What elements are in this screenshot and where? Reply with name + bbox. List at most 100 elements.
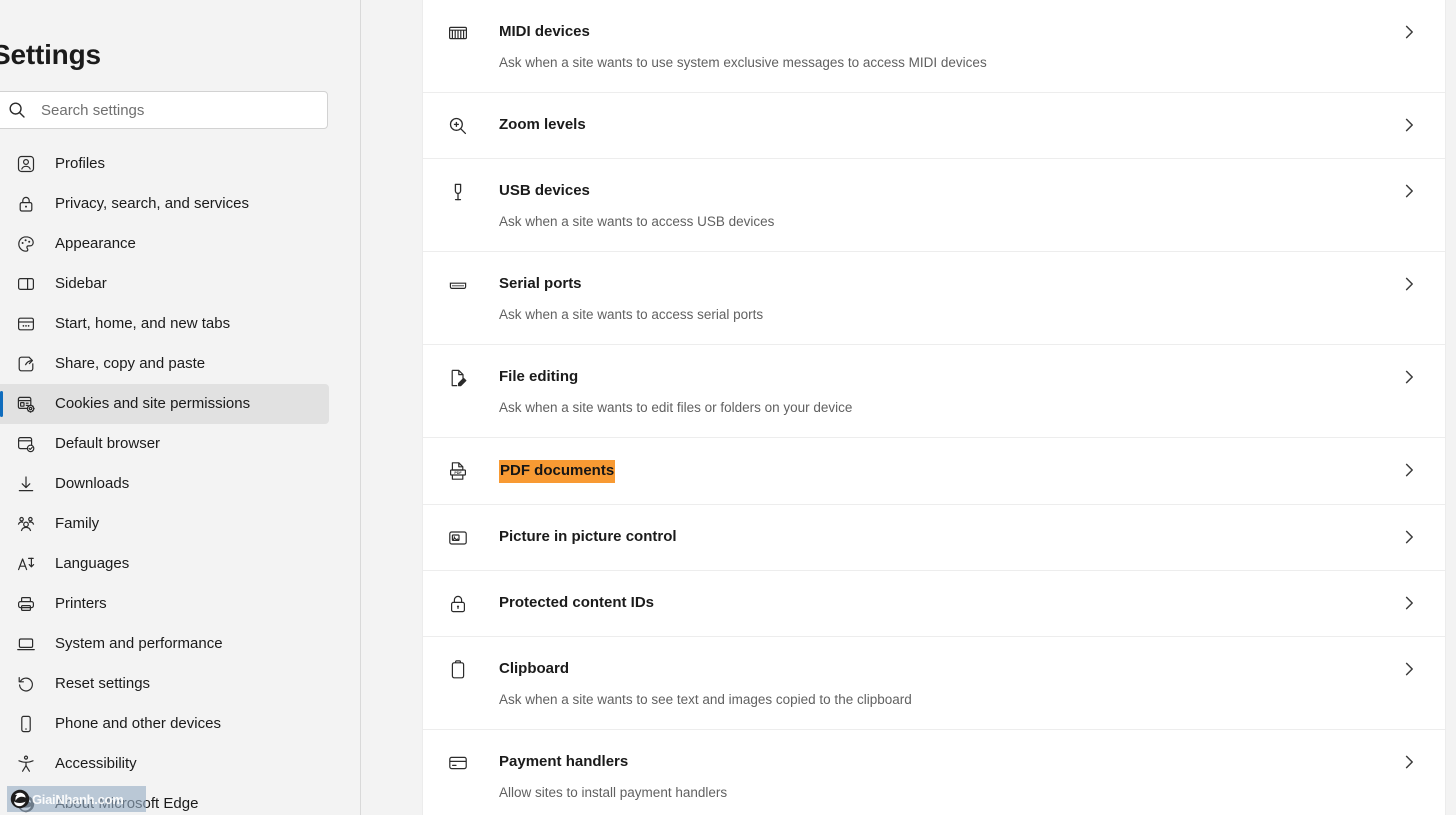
permission-title: MIDI devices [499,22,590,42]
sidebar-icon [16,274,36,294]
sidebar-item-downloads[interactable]: Downloads [0,464,361,504]
shield-lock-icon [447,593,469,615]
permission-row-payment-handlers[interactable]: Payment handlers Allow sites to install … [423,729,1445,815]
sidebar-item-label: Start, home, and new tabs [55,314,230,334]
sidebar-item-cookies-and-site-permissions[interactable]: Cookies and site permissions [0,384,329,424]
permission-title: Protected content IDs [499,593,654,613]
page-title: Settings [0,38,101,72]
midi-keyboard-icon [447,22,469,44]
chevron-right-icon[interactable] [1399,460,1419,480]
sidebar-item-appearance[interactable]: Appearance [0,224,361,264]
language-a-icon [16,554,36,574]
permission-row-file-editing[interactable]: File editing Ask when a site wants to ed… [423,344,1445,437]
sidebar-item-start-home-new-tabs[interactable]: Start, home, and new tabs [0,304,361,344]
permission-title: File editing [499,367,578,387]
phone-icon [16,714,36,734]
chevron-right-icon[interactable] [1399,115,1419,135]
usb-plug-icon [447,181,469,203]
sidebar-item-label: Appearance [55,234,136,254]
permission-row-zoom-levels[interactable]: Zoom levels [423,92,1445,158]
sidebar-item-label: Phone and other devices [55,714,221,734]
search-icon [7,100,27,120]
serial-port-icon [447,274,469,296]
permission-description: Allow sites to install payment handlers [499,784,1399,802]
sidebar-item-label: Downloads [55,474,129,494]
cookies-gear-icon [16,394,36,414]
chevron-right-icon[interactable] [1399,274,1419,294]
permissions-list: MIDI devices Ask when a site wants to us… [422,0,1446,815]
picture-in-picture-icon [447,527,469,549]
permission-row-clipboard[interactable]: Clipboard Ask when a site wants to see t… [423,636,1445,729]
site-permissions-panel: MIDI devices Ask when a site wants to us… [361,0,1456,815]
sidebar-item-system-and-performance[interactable]: System and performance [0,624,361,664]
sidebar-item-default-browser[interactable]: Default browser [0,424,361,464]
accessibility-icon [16,754,36,774]
sidebar-item-label: System and performance [55,634,223,654]
sidebar-item-phone-and-other-devices[interactable]: Phone and other devices [0,704,361,744]
sidebar-item-about-microsoft-edge[interactable]: About Microsoft Edge [0,784,361,815]
chevron-right-icon[interactable] [1399,593,1419,613]
sidebar-item-label: Languages [55,554,129,574]
sidebar-item-label: Reset settings [55,674,150,694]
permission-row-usb-devices[interactable]: USB devices Ask when a site wants to acc… [423,158,1445,251]
sidebar-item-profiles[interactable]: Profiles [0,144,361,184]
default-browser-icon [16,434,36,454]
chevron-right-icon[interactable] [1399,181,1419,201]
search-input[interactable] [41,93,291,127]
permission-description: Ask when a site wants to edit files or f… [499,399,1399,417]
pdf-document-icon: PDF [447,460,469,482]
laptop-icon [16,634,36,654]
reset-arrow-icon [16,674,36,694]
search-settings-box[interactable] [0,91,328,129]
sidebar-item-label: Default browser [55,434,160,454]
sidebar-item-reset-settings[interactable]: Reset settings [0,664,361,704]
sidebar-item-label: Sidebar [55,274,107,294]
permission-title: Zoom levels [499,115,586,135]
sidebar-item-share-copy-paste[interactable]: Share, copy and paste [0,344,361,384]
permission-title: Clipboard [499,659,569,679]
permission-row-serial-ports[interactable]: Serial ports Ask when a site wants to ac… [423,251,1445,344]
chevron-right-icon[interactable] [1399,367,1419,387]
settings-page: Settings Profiles [0,0,1456,815]
permission-row-protected-content-ids[interactable]: Protected content IDs [423,570,1445,636]
sidebar-item-family[interactable]: Family [0,504,361,544]
settings-sidebar: Settings Profiles [0,0,361,815]
sidebar-item-label: About Microsoft Edge [55,794,198,814]
sidebar-item-label: Accessibility [55,754,137,774]
sidebar-item-languages[interactable]: Languages [0,544,361,584]
chevron-right-icon[interactable] [1399,659,1419,679]
page-right-gutter [1446,0,1456,815]
sidebar-nav: Profiles Privacy, search, and services [0,144,361,815]
permission-title: USB devices [499,181,590,201]
sidebar-item-label: Printers [55,594,107,614]
sidebar-item-label: Cookies and site permissions [55,394,250,414]
permission-title: Payment handlers [499,752,628,772]
permission-row-pdf-documents[interactable]: PDF PDF documents [423,437,1445,504]
sidebar-item-accessibility[interactable]: Accessibility [0,744,361,784]
sidebar-item-label: Family [55,514,99,534]
permission-description: Ask when a site wants to use system excl… [499,54,1399,72]
svg-text:PDF: PDF [454,471,462,475]
family-people-icon [16,514,36,534]
sidebar-item-printers[interactable]: Printers [0,584,361,624]
chevron-right-icon[interactable] [1399,22,1419,42]
sidebar-item-sidebar[interactable]: Sidebar [0,264,361,304]
chevron-right-icon[interactable] [1399,752,1419,772]
sidebar-item-privacy-search-services[interactable]: Privacy, search, and services [0,184,361,224]
printer-icon [16,594,36,614]
sidebar-item-label: Share, copy and paste [55,354,205,374]
file-edit-icon [447,367,469,389]
profile-icon [16,154,36,174]
permission-description: Ask when a site wants to see text and im… [499,691,1399,709]
permission-row-midi-devices[interactable]: MIDI devices Ask when a site wants to us… [423,0,1445,92]
sidebar-item-label: Profiles [55,154,105,174]
clipboard-icon [447,659,469,681]
zoom-magnifier-icon [447,115,469,137]
permission-description: Ask when a site wants to access serial p… [499,306,1399,324]
download-arrow-icon [16,474,36,494]
permission-title: Serial ports [499,274,582,294]
chevron-right-icon[interactable] [1399,527,1419,547]
permission-row-picture-in-picture-control[interactable]: Picture in picture control [423,504,1445,570]
permission-title: PDF documents [499,460,615,483]
edge-logo-icon [16,794,36,814]
